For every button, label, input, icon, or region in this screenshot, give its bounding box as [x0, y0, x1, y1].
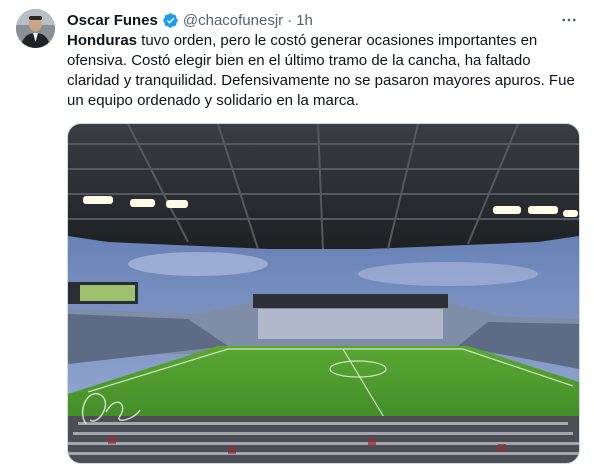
author-handle[interactable]: @chacofunesjr	[183, 12, 283, 29]
author-avatar[interactable]	[16, 9, 55, 48]
tweet-timestamp[interactable]: 1h	[296, 12, 313, 29]
author-name[interactable]: Oscar Funes	[67, 12, 158, 29]
stadium-photo	[68, 124, 579, 463]
tweet-body: tuvo orden, pero le costó generar ocasio…	[67, 32, 579, 109]
avatar-image	[16, 9, 55, 48]
tweet-bold-lead[interactable]: Honduras	[67, 32, 137, 49]
separator-dot: ·	[287, 11, 293, 29]
tweet-header: Oscar Funes @chacofunesjr · 1h	[67, 10, 580, 30]
tweet-photo[interactable]	[67, 123, 580, 464]
verified-badge-icon[interactable]	[162, 12, 179, 29]
tweet-text: Honduras tuvo orden, pero le costó gener…	[67, 31, 582, 111]
more-options-icon[interactable]	[558, 10, 580, 30]
